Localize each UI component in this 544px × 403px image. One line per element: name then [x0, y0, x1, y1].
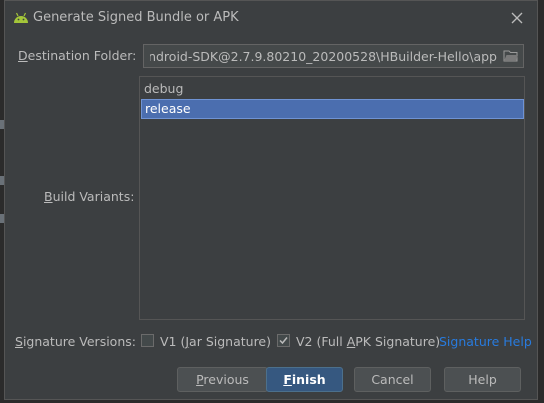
- help-button[interactable]: Help: [444, 367, 521, 392]
- android-icon: [14, 12, 28, 23]
- build-variants-label: Build Variants:: [44, 189, 134, 204]
- build-variants-mnemonic: B: [44, 189, 53, 204]
- v1-signature-label[interactable]: V1 (Jar Signature): [160, 334, 271, 349]
- variant-release[interactable]: release: [141, 99, 524, 119]
- dialog-title: Generate Signed Bundle or APK: [33, 10, 239, 25]
- signature-mnemonic: S: [15, 334, 23, 349]
- signature-help-link[interactable]: Signature Help: [439, 334, 532, 349]
- signature-label-rest: ignature Versions:: [22, 334, 136, 349]
- signature-versions-label: Signature Versions:: [15, 334, 136, 349]
- generate-signed-apk-dialog: Generate Signed Bundle or APK Destinatio…: [4, 0, 538, 400]
- previous-button[interactable]: Previous: [177, 367, 268, 392]
- cancel-button[interactable]: Cancel: [354, 367, 431, 392]
- folder-browse-icon[interactable]: [503, 49, 519, 63]
- dialog-titlebar[interactable]: Generate Signed Bundle or APK: [5, 1, 537, 35]
- v2-signature-label[interactable]: V2 (Full APK Signature): [296, 334, 440, 349]
- v2-signature-checkbox[interactable]: [277, 334, 290, 347]
- build-variants-label-rest: uild Variants:: [52, 189, 135, 204]
- finish-button[interactable]: Finish: [266, 367, 343, 392]
- checkmark-icon: [279, 337, 288, 345]
- destination-folder-value[interactable]: .9\Android-SDK@2.7.9.80210_20200528\HBui…: [150, 49, 497, 64]
- destination-mnemonic: D: [18, 48, 28, 63]
- variant-debug[interactable]: debug: [141, 79, 524, 99]
- close-icon[interactable]: [509, 10, 525, 26]
- build-variants-list[interactable]: debug release: [139, 76, 525, 320]
- destination-folder-field[interactable]: .9\Android-SDK@2.7.9.80210_20200528\HBui…: [143, 44, 524, 68]
- destination-folder-label: Destination Folder:: [18, 48, 136, 63]
- destination-label-rest: estination Folder:: [27, 48, 137, 63]
- v1-signature-checkbox[interactable]: [141, 334, 154, 347]
